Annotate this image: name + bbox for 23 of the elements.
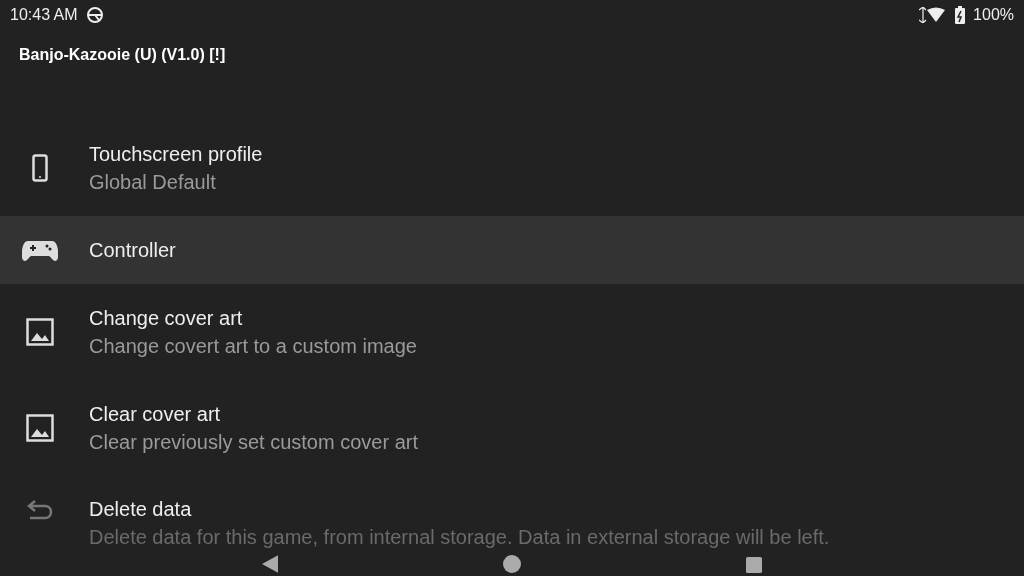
battery-percent: 100% bbox=[973, 6, 1014, 24]
setting-title: Controller bbox=[89, 238, 176, 262]
gamepad-icon bbox=[21, 239, 58, 261]
sync-icon bbox=[85, 6, 104, 24]
home-icon[interactable] bbox=[503, 555, 521, 573]
image-icon bbox=[25, 318, 54, 346]
settings-item[interactable]: Controller bbox=[0, 216, 1024, 284]
setting-subtitle: Global Default bbox=[89, 171, 217, 193]
setting-subtitle: Clear previously set custom cover art bbox=[89, 431, 418, 453]
setting-title: Clear cover art bbox=[89, 403, 222, 426]
setting-subtitle: Delete data for this game, from internal storage. Data in external storage will be left. bbox=[89, 526, 830, 548]
status-time: 10:43 AM bbox=[10, 6, 78, 24]
image-icon bbox=[25, 414, 54, 442]
setting-title: Touchscreen profile bbox=[89, 143, 263, 166]
back-icon[interactable] bbox=[262, 555, 279, 573]
window-title: Banjo-Kazooie (U) (V1.0) [!] bbox=[19, 46, 226, 64]
setting-title: Delete data bbox=[89, 498, 193, 521]
phone-icon bbox=[31, 154, 48, 182]
battery-icon bbox=[955, 6, 966, 24]
setting-title: Change cover art bbox=[89, 307, 244, 330]
setting-subtitle: Change covert art to a custom image bbox=[89, 335, 417, 357]
wifi-icon bbox=[919, 7, 948, 23]
undo-icon bbox=[25, 498, 54, 520]
